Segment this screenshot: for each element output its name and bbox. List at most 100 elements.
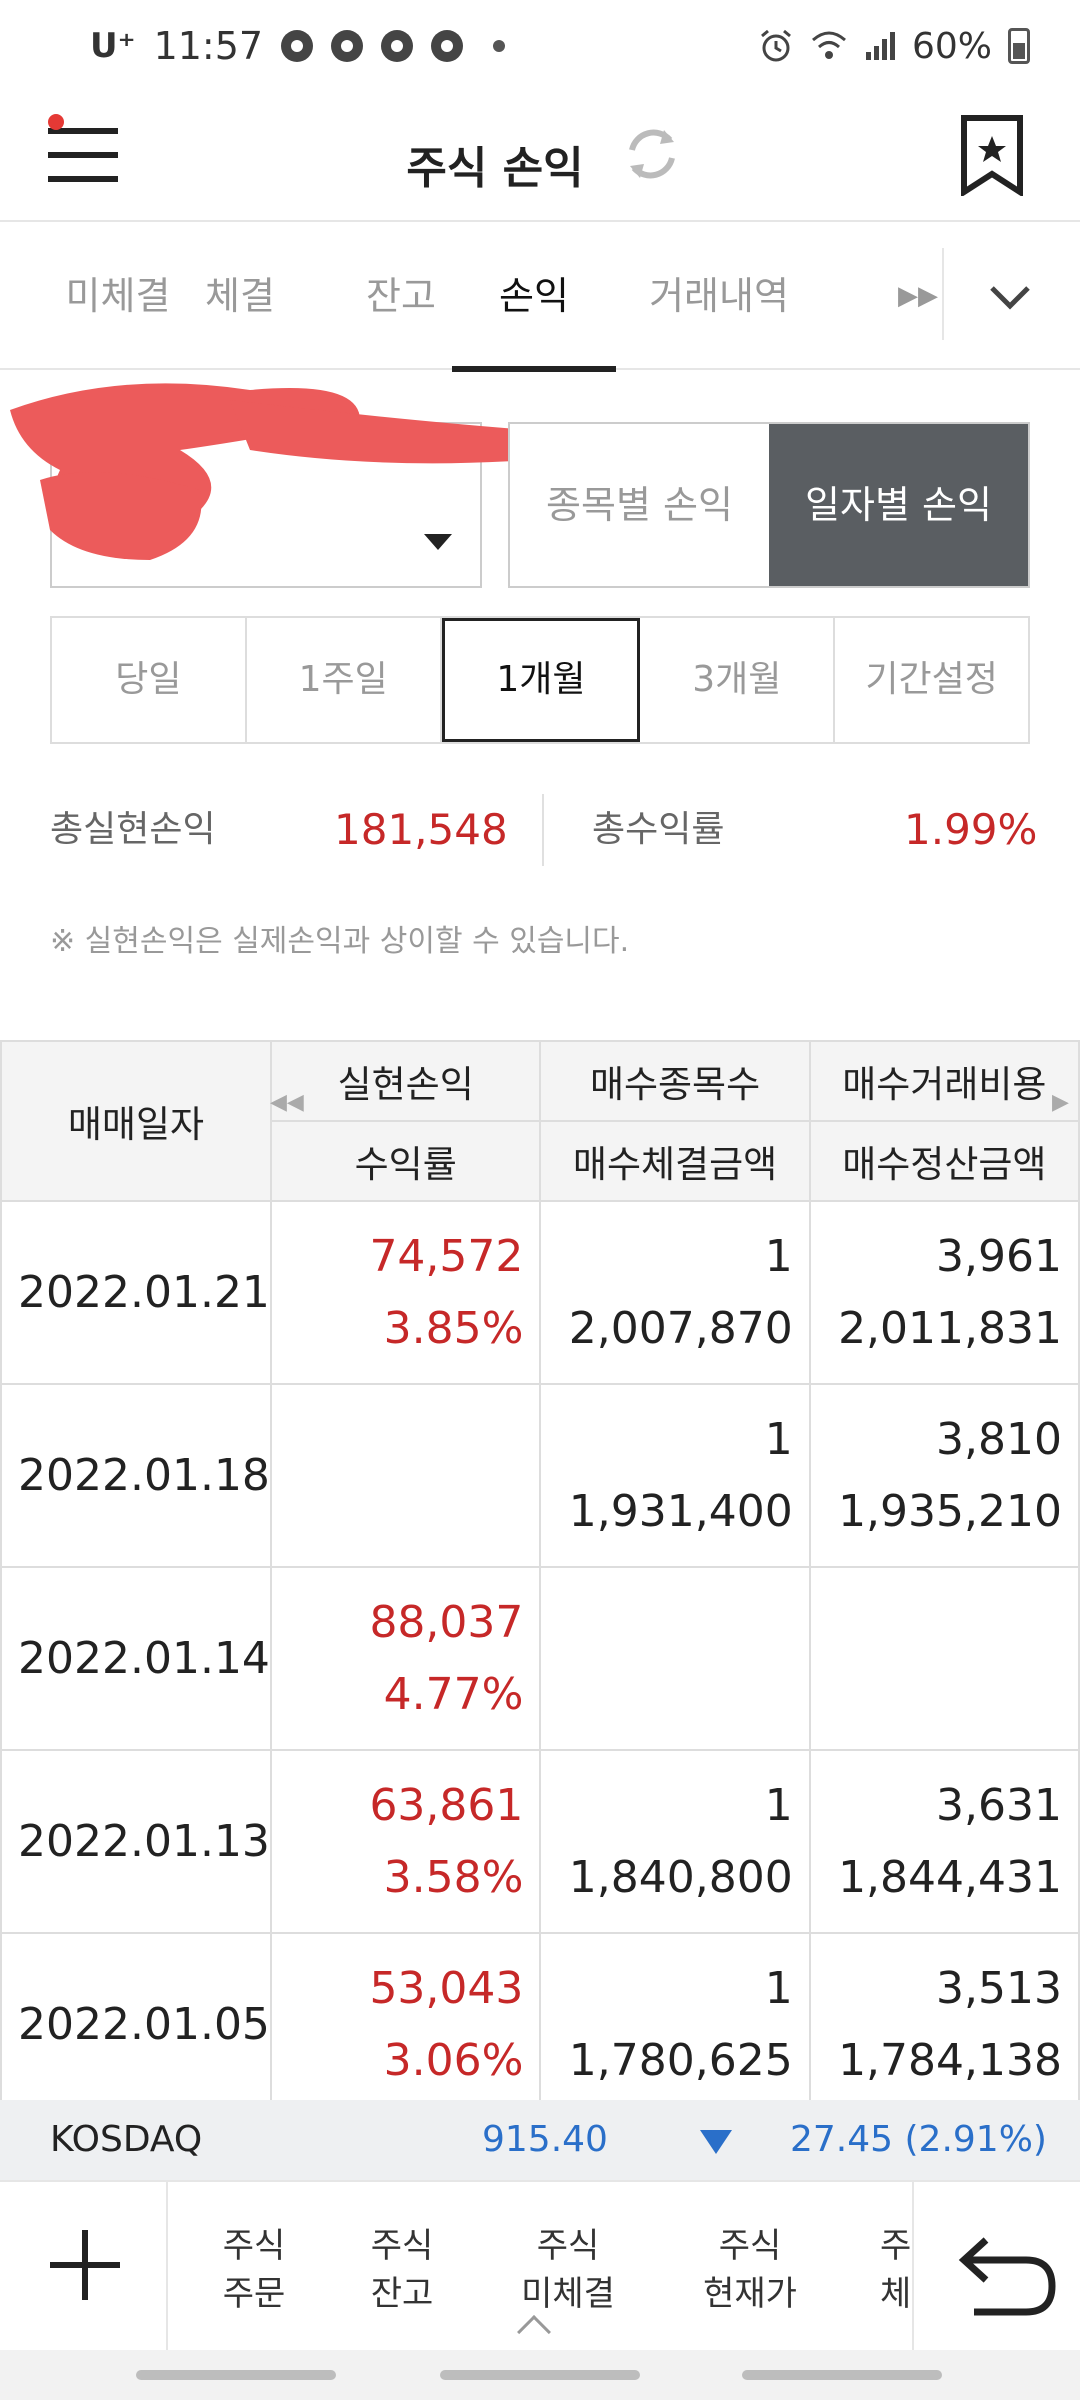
bookmark-star-icon[interactable] [960,114,1024,196]
period-1month[interactable]: 1개월 [441,618,641,742]
ticker-name: KOSDAQ [50,2119,203,2160]
period-1week[interactable]: 1주일 [247,618,442,742]
row-buy-amount: 1,931,400 [568,1485,793,1537]
row-settle-amount: 1,844,431 [838,1851,1062,1903]
battery-icon [1008,28,1030,64]
row-buy-amount: 1,780,625 [568,2034,793,2086]
row-pnl-cell: 53,043 3.06% [269,1932,542,2100]
row-buy-cost: 3,961 [936,1230,1062,1282]
gesture-pill[interactable] [742,2370,942,2380]
ticker-value: 915.40 [482,2119,608,2160]
nav-stock-balance[interactable]: 주식 잔고 [358,2222,446,2318]
tab-transaction-history[interactable]: 거래내역 [634,222,804,370]
period-3month[interactable]: 3개월 [640,618,836,742]
row-date: 2022.01.05 [0,1932,272,2100]
row-buy-cell: 1 1,931,400 [539,1383,811,1568]
period-selector: 당일 1주일 1개월 3개월 기간설정 [50,616,1030,744]
app-header: 주식 손익 [0,92,1080,222]
row-buy-cost: 3,631 [936,1779,1062,1831]
header-trade-date[interactable]: 매매일자 [0,1040,272,1202]
scroll-left-icon[interactable]: ◀◀ [270,1090,304,1115]
refresh-icon[interactable] [620,114,684,194]
clock: 11:57 [153,24,264,68]
index-ticker[interactable]: KOSDAQ 915.40 27.45 (2.91%) [0,2100,1080,2180]
row-cost-cell: 3,513 1,784,138 [808,1932,1080,2100]
period-today[interactable]: 당일 [52,618,247,742]
bottom-nav: 주식 주문 주식 잔고 주식 미체결 주식 현재가 주 체 [0,2180,1080,2352]
by-stock-button[interactable]: 종목별 손익 [510,424,769,586]
back-button[interactable] [912,2182,1080,2352]
undo-arrow-icon [958,2237,1056,2316]
row-cost-cell: 3,631 1,844,431 [808,1749,1080,1934]
scroll-right-icon[interactable]: ▶ [1052,1090,1069,1115]
nav-label: 주식 [222,2226,286,2266]
row-pnl: 63,861 [369,1779,524,1831]
nav-label: 현재가 [703,2274,797,2314]
status-right: 60% [758,26,1030,67]
header-buy-amount[interactable]: 매수체결금액 [539,1120,811,1202]
row-buy-count: 1 [764,1962,793,2014]
carrier-label: U⁺ [90,26,136,66]
row-buy-amount: 2,007,870 [568,1302,793,1354]
chevron-up-icon[interactable] [517,2315,551,2349]
table-row[interactable]: 2022.01.05 53,043 3.06% 1 1,780,625 3,513 1… [0,1932,1080,2100]
tab-balance[interactable]: 잔고 [350,222,452,370]
gesture-pill[interactable] [136,2370,336,2380]
row-buy-count [541,1587,792,1659]
table-row[interactable]: 2022.01.13 63,861 3.58% 1 1,840,800 3,631 1… [0,1749,1080,1934]
tab-unfilled[interactable]: 미체결 [44,222,192,370]
table-row[interactable]: 2022.01.14 88,037 4.77% [0,1566,1080,1751]
nav-label: 주식 [370,2226,434,2266]
chrome-notification-icon [431,30,464,62]
nav-label: 잔고 [370,2274,434,2314]
disclaimer-note: ※ 실현손익은 실제손익과 상이할 수 있습니다. [50,924,630,959]
row-pnl-cell: 74,572 3.85% [269,1200,542,1385]
header-realized-pnl[interactable]: 실현손익 [269,1040,542,1122]
period-custom[interactable]: 기간설정 [835,618,1028,742]
table-row[interactable]: 2022.01.21 74,572 3.85% 1 2,007,870 3,961 2… [0,1200,1080,1385]
add-menu-button[interactable] [0,2182,168,2352]
row-pnl-cell: 63,861 3.58% [269,1749,542,1934]
row-pnl: 88,037 [369,1596,524,1648]
row-buy-count: 1 [764,1230,793,1282]
nav-stock-price[interactable]: 주식 현재가 [690,2222,810,2318]
tab-scroll-right-icon[interactable]: ▶▶ [898,222,938,370]
table-row[interactable]: 2022.01.18 1 1,931,400 3,810 1,935,210 [0,1383,1080,1568]
row-buy-cell: 1 2,007,870 [539,1200,811,1385]
header-buy-count[interactable]: 매수종목수 [539,1040,811,1122]
gesture-bar [0,2350,1080,2400]
header-buy-cost[interactable]: 매수거래비용 [808,1040,1080,1122]
battery-percent: 60% [911,25,992,67]
row-date: 2022.01.14 [0,1566,272,1751]
header-settle-amount[interactable]: 매수정산금액 [808,1120,1080,1202]
signal-icon [865,32,895,60]
total-return-value: 1.99% [904,805,1038,854]
tab-divider [942,248,944,340]
row-pnl: 74,572 [369,1230,524,1282]
notification-badge [48,114,64,130]
chrome-notification-icon [281,30,314,62]
page-title: 주식 손익 [406,143,584,194]
chrome-notification-icon [381,30,414,62]
row-rate: 3.58% [383,1851,524,1903]
tab-profit-loss[interactable]: 손익 [452,222,616,372]
row-settle-amount: 1,784,138 [838,2034,1062,2086]
row-date: 2022.01.18 [0,1383,272,1568]
tab-filled[interactable]: 체결 [192,222,288,370]
row-pnl-cell [269,1383,542,1568]
wifi-icon [811,31,846,59]
gesture-pill[interactable] [440,2370,640,2380]
redaction-scribble [10,383,545,560]
row-rate [272,1476,523,1548]
view-toggle: 종목별 손익 일자별 손익 [508,422,1030,588]
row-buy-cell [539,1566,811,1751]
by-date-button[interactable]: 일자별 손익 [769,424,1028,586]
nav-stock-unfilled[interactable]: 주식 미체결 [508,2222,628,2318]
row-rate: 4.77% [383,1668,524,1720]
header-return-rate[interactable]: 수익률 [269,1120,542,1202]
row-buy-count: 1 [764,1779,793,1831]
row-buy-amount: 1,840,800 [568,1851,793,1903]
chevron-down-icon[interactable] [980,222,1040,370]
ticker-change: 27.45 (2.91%) [790,2119,1047,2160]
nav-stock-order[interactable]: 주식 주문 [210,2222,298,2318]
